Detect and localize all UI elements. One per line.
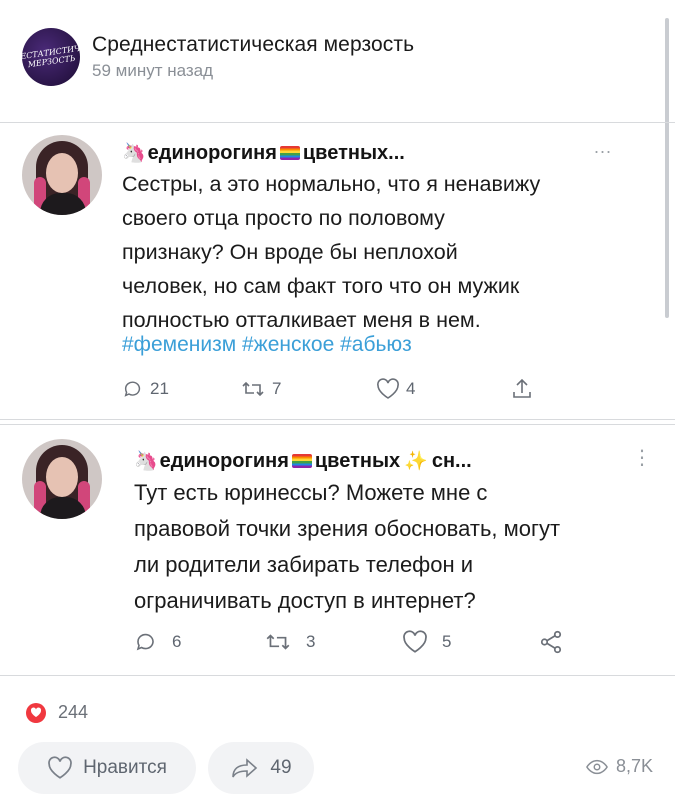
reactions-summary[interactable]: 244 <box>26 702 88 723</box>
tweet-text-line: ли родители забирать телефон и <box>134 552 474 577</box>
reply-icon <box>124 381 141 397</box>
channel-avatar-logo-text: СРЕДНЕСТАТИСТИЧЕСКАЯ МЕРЗОСТЬ <box>22 39 80 70</box>
like-tweet-button[interactable]: 4 <box>376 378 510 400</box>
channel-name[interactable]: Среднестатистическая мерзость <box>92 33 414 57</box>
rainbow-flag-icon <box>279 146 300 160</box>
more-options-icon[interactable]: ⋮ <box>632 445 653 470</box>
author-name-tail: сн... <box>431 449 472 472</box>
unicorn-icon: 🦄 <box>134 451 158 472</box>
author-name-text: единорогиня <box>147 141 277 164</box>
unicorn-icon: 🦄 <box>122 143 146 164</box>
retweet-button[interactable]: 7 <box>240 378 376 400</box>
author-name-suffix: цветных... <box>302 141 405 164</box>
eye-icon <box>586 759 608 774</box>
like-count: 4 <box>406 379 416 398</box>
author-name-suffix: цветных <box>314 449 401 472</box>
heart-outline-icon <box>377 378 399 399</box>
retweet-icon <box>266 634 290 650</box>
reply-button[interactable]: 6 <box>134 630 264 654</box>
tweet-text-line: полностью отталкивает меня в нем. <box>122 308 481 332</box>
like-tweet-button[interactable]: 5 <box>402 630 538 654</box>
retweet-icon <box>242 381 264 397</box>
retweet-count: 7 <box>272 379 282 398</box>
heart-outline-icon <box>403 630 427 653</box>
tweet-card: 🦄 единорогиня цветных ✨ сн... ⋮ Тут есть… <box>0 424 675 676</box>
rainbow-flag-icon <box>291 454 312 468</box>
share-count: 49 <box>270 757 292 778</box>
tweet-text-line: своего отца просто по половому <box>122 206 445 230</box>
reply-button[interactable]: 21 <box>122 378 240 400</box>
tweet-author-name: 🦄 единорогиня цветных ✨ сн... <box>134 449 472 473</box>
author-name-text: единорогиня <box>159 449 289 472</box>
tweet-text-line: Сестры, а это нормально, что я ненавижу <box>122 172 541 196</box>
share-nodes-icon <box>540 630 562 654</box>
likes-count: 244 <box>58 702 89 722</box>
retweet-count: 3 <box>306 632 316 651</box>
views-counter: 8,7K <box>586 756 653 777</box>
heart-outline-icon <box>48 756 72 779</box>
like-count: 5 <box>442 632 452 651</box>
tweet-text-line: человек, но сам факт того что он мужик <box>122 274 520 298</box>
share-arrow-icon <box>232 758 258 778</box>
reply-count: 21 <box>150 379 169 398</box>
heart-filled-icon <box>26 702 46 723</box>
reply-icon <box>136 633 154 651</box>
tweet-text-line: ограничивать доступ в интернет? <box>134 588 476 613</box>
tweet-text-line: Тут есть юринессы? Можете мне с <box>134 480 488 505</box>
retweet-button[interactable]: 3 <box>264 630 402 654</box>
tweet-actions: 21 7 4 <box>122 377 540 401</box>
tweet-author-name: 🦄 единорогиня цветных... <box>122 141 405 165</box>
tweet-actions: 6 3 5 <box>134 629 570 655</box>
share-button[interactable]: 49 <box>208 742 314 794</box>
like-button-label: Нравится <box>83 757 167 778</box>
tweet-text: Сестры, а это нормально, что я ненавижу … <box>122 167 540 337</box>
more-options-icon[interactable]: ... <box>594 137 612 158</box>
tweet-text: Тут есть юринессы? Можете мне с правовой… <box>134 475 560 619</box>
share-tweet-button[interactable] <box>538 629 570 655</box>
post-header: СРЕДНЕСТАТИСТИЧЕСКАЯ МЕРЗОСТЬ Среднестат… <box>22 28 414 86</box>
reply-count: 6 <box>172 632 182 651</box>
share-up-icon <box>513 378 531 398</box>
sparkles-icon: ✨ <box>404 451 428 472</box>
tweet-avatar <box>22 135 102 215</box>
post-time: 59 минут назад <box>92 61 214 80</box>
like-button[interactable]: Нравится <box>18 742 196 794</box>
tweet-text-line: правовой точки зрения обосновать, могут <box>134 516 561 541</box>
views-count: 8,7K <box>615 756 653 776</box>
tweet-hashtags[interactable]: #феменизм #женское #абьюз <box>122 333 412 357</box>
tweet-card: 🦄 единорогиня цветных... ... Сестры, а э… <box>0 122 675 420</box>
tweet-text-line: признаку? Он вроде бы неплохой <box>122 240 458 264</box>
channel-avatar[interactable]: СРЕДНЕСТАТИСТИЧЕСКАЯ МЕРЗОСТЬ <box>22 28 80 86</box>
tweet-avatar <box>22 439 102 519</box>
share-tweet-button[interactable] <box>510 377 540 401</box>
